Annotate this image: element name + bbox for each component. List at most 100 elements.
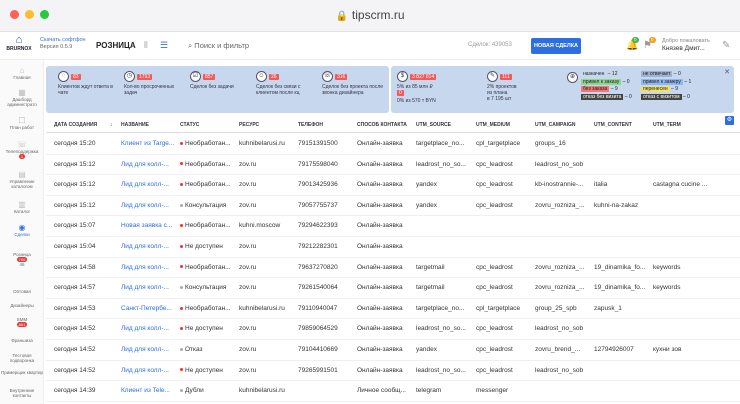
table-row[interactable]: сегодня 15:07 Новая заявка с... Необработа… [46,216,740,237]
sidebar-item-contacts[interactable]: Внутренние контакты [0,388,44,398]
sidebar-item-plan[interactable]: ☐ План работ [0,116,44,130]
cell-name[interactable]: Лид для колл-... [121,325,177,332]
project-icon: ✎ [487,71,498,82]
sidebar-item-catalog-manage[interactable]: ▤ Управление каталогом [0,170,44,189]
status-tag[interactable]: назначен – 12 [581,71,632,78]
new-deal-button[interactable]: НОВАЯ СДЕЛКА [531,38,581,54]
stat-chat-waiting[interactable]: ◌ 83 Клиентов ждут ответа в чате [58,71,118,96]
col-utm-medium[interactable]: UTM_MEDIUM [476,122,510,128]
download-softphone-link[interactable]: Скачать софтфон [40,37,86,44]
col-name[interactable]: НАЗВАНИЕ [121,122,149,128]
col-phone[interactable]: ТЕЛЕФОН [298,122,323,128]
stat-no-project[interactable]: ☏ 316 Сделок без проекта после звонка диза… [322,71,384,96]
cell-utm-content: 19_dinamika_fo... [594,284,646,292]
cell-name[interactable]: Лид для колл-... [121,367,177,374]
address-bar[interactable]: 🔒 tipscrm.ru [0,8,740,22]
sidebar-item-franchise[interactable]: Франшиза [0,338,44,343]
table-row[interactable]: сегодня 14:39 Клиент из Tele... Дубли kuhni… [46,381,740,402]
sidebar-item-fitter[interactable]: Примерщик квартир [0,370,44,375]
sidebar-item-dashboard[interactable]: ▦ Дашборд администрато [0,88,44,107]
sidebar-item-test[interactable]: Тестовая подворонка [0,353,44,363]
col-utm-content[interactable]: UTM_CONTENT [594,122,632,128]
col-status[interactable]: СТАТУС [180,122,199,128]
cell-resource: zov.ru [239,243,257,250]
cell-contact: Онлайн-заявка [357,201,403,209]
stat-no-contact[interactable]: ☺ 26 Сделок без связи с клиентом после кц [256,71,316,96]
cell-phone: 79110940047 [298,304,338,312]
cell-name[interactable]: Новая заявка с... [121,222,177,229]
list-view-icon[interactable]: ☰ [160,40,168,51]
cell-utm-campaign: zovru_rozniza_... [535,201,585,209]
stat-overdue-tasks[interactable]: ◷ 1793 Кол-во просроченных задач [124,71,184,96]
cell-name[interactable]: Клиент из Tele... [121,387,177,394]
close-icon[interactable]: ✕ [724,68,730,76]
table-row[interactable]: сегодня 15:20 Клиент из Targe... Необработ… [46,134,740,155]
status-tag[interactable]: привел к замеру – 1 [641,78,691,86]
table-row[interactable]: сегодня 14:52 Лид для колл-... Не доступен… [46,361,740,382]
sort-icon[interactable]: ↓ [110,122,113,128]
status-dot-icon [180,224,183,228]
status-tag[interactable]: отказ с визитом – 0 [641,93,691,101]
sidebar-item-retail[interactable]: Розница 766 46 [0,252,44,267]
status-tag-value: 9 [614,86,618,92]
cell-phone: 79637270820 [298,263,338,271]
cell-name[interactable]: Лид для колл-... [121,284,177,291]
cell-utm-campaign: leadrost_no_sob [535,160,584,168]
cell-name[interactable]: Санкт-Петербе... [121,305,177,312]
sidebar-item-telesupport[interactable]: ☏ Телеподдержка 1 [0,140,44,159]
sidebar-item-home[interactable]: ⌂ Главная [0,66,44,80]
cell-name[interactable]: Лид для колл-... [121,202,177,209]
status-tag-label: привел к замеру [641,78,683,85]
cell-status: Необработан... [180,140,236,147]
table-row[interactable]: сегодня 14:52 Лид для колл-... Не доступен… [46,319,740,340]
table-row[interactable]: сегодня 15:12 Лид для колл-... Необработан… [46,155,740,176]
sidebar-item-wholesale[interactable]: Оптовая [0,289,44,294]
sidebar-item-label: Внутренние контакты [9,388,35,398]
status-tag[interactable]: отказ без визита – 0 [581,93,632,101]
table-row[interactable]: сегодня 14:58 Лид для колл-... Необработан… [46,258,740,279]
sidebar-item-smm[interactable]: SMM 881 [0,317,44,327]
col-utm-campaign[interactable]: UTM_CAMPAIGN [535,122,575,128]
col-contact[interactable]: СПОСОБ КОНТАКТА [357,122,407,128]
cell-contact: Онлайн-заявка [357,243,403,250]
stat-projects[interactable]: ✎ 111 2% проектов из плана в 7 195 шт [487,71,567,102]
sidebar-item-catalog[interactable]: ▥ Каталог [0,200,44,214]
chat-icon: ◌ [58,71,69,82]
cell-name[interactable]: Лид для колл-... [121,346,177,353]
cell-name[interactable]: Лид для колл-... [121,264,177,271]
col-utm-term[interactable]: UTM_TERM [653,122,681,128]
col-resource[interactable]: РЕСУРС [239,122,259,128]
user-block[interactable]: Добро пожаловать Князев Дмит... [662,37,710,53]
table-row[interactable]: сегодня 14:52 Лид для колл-... Отказ zov.ru… [46,340,740,361]
sidebar-item-designers[interactable]: Дизайнеры [0,303,44,308]
col-utm-source[interactable]: UTM_SOURCE [416,122,451,128]
cell-name[interactable]: Клиент из Targe... [121,140,177,147]
settings-icon[interactable]: ⚙ [725,116,734,125]
table-row[interactable]: сегодня 14:57 Лид для колл-... Консультаци… [46,278,740,299]
stat-no-task[interactable]: ☑ 857 Сделок без задачи [190,71,245,90]
col-date[interactable]: ДАТА СОЗДАНИЯ [54,122,97,128]
cell-name[interactable]: Лид для колл-... [121,243,177,250]
sales-percent: 5% из 85 млн ₽ [397,84,433,90]
stat-number: 83 [71,73,81,80]
table-row[interactable]: сегодня 14:53 Санкт-Петербе... Необработан… [46,299,740,320]
table-row[interactable]: сегодня 15:12 Лид для колл-... Необработан… [46,175,740,196]
status-tag[interactable]: не отвечает – 0 [641,71,691,78]
stat-sales[interactable]: $3 827 814 5% из 85 млн ₽0 0% из 570 т BYN [397,71,477,104]
search-input[interactable]: ⌕ Поиск и фильтр [188,41,249,51]
status-tag[interactable]: без заказа – 9 [581,86,632,93]
cell-contact: Онлайн-заявка [357,181,403,189]
kanban-view-icon[interactable]: ⫴ [144,40,148,51]
app-logo[interactable]: ⌂ BRURNOX [4,34,34,58]
table-row[interactable]: сегодня 15:04 Лид для колл-... Не доступен… [46,237,740,258]
status-tags-left: назначен – 12 привел к заказу – 0 без зака… [581,71,632,101]
edit-icon[interactable]: ✎ [722,40,730,51]
cell-name[interactable]: Лид для колл-... [121,181,177,188]
lock-icon: 🔒 [335,11,348,22]
app-header: ⌂ BRURNOX Скачать софтфон Версия 0.5.9 РО… [0,32,740,60]
status-tag[interactable]: перенесен – 9 [641,86,691,93]
cell-name[interactable]: Лид для колл-... [121,161,177,168]
status-tag[interactable]: привел к заказу – 0 [581,78,632,86]
sidebar-item-deals[interactable]: ◉ Сделки [0,223,44,237]
table-row[interactable]: сегодня 15:12 Лид для колл-... Консультаци… [46,196,740,217]
